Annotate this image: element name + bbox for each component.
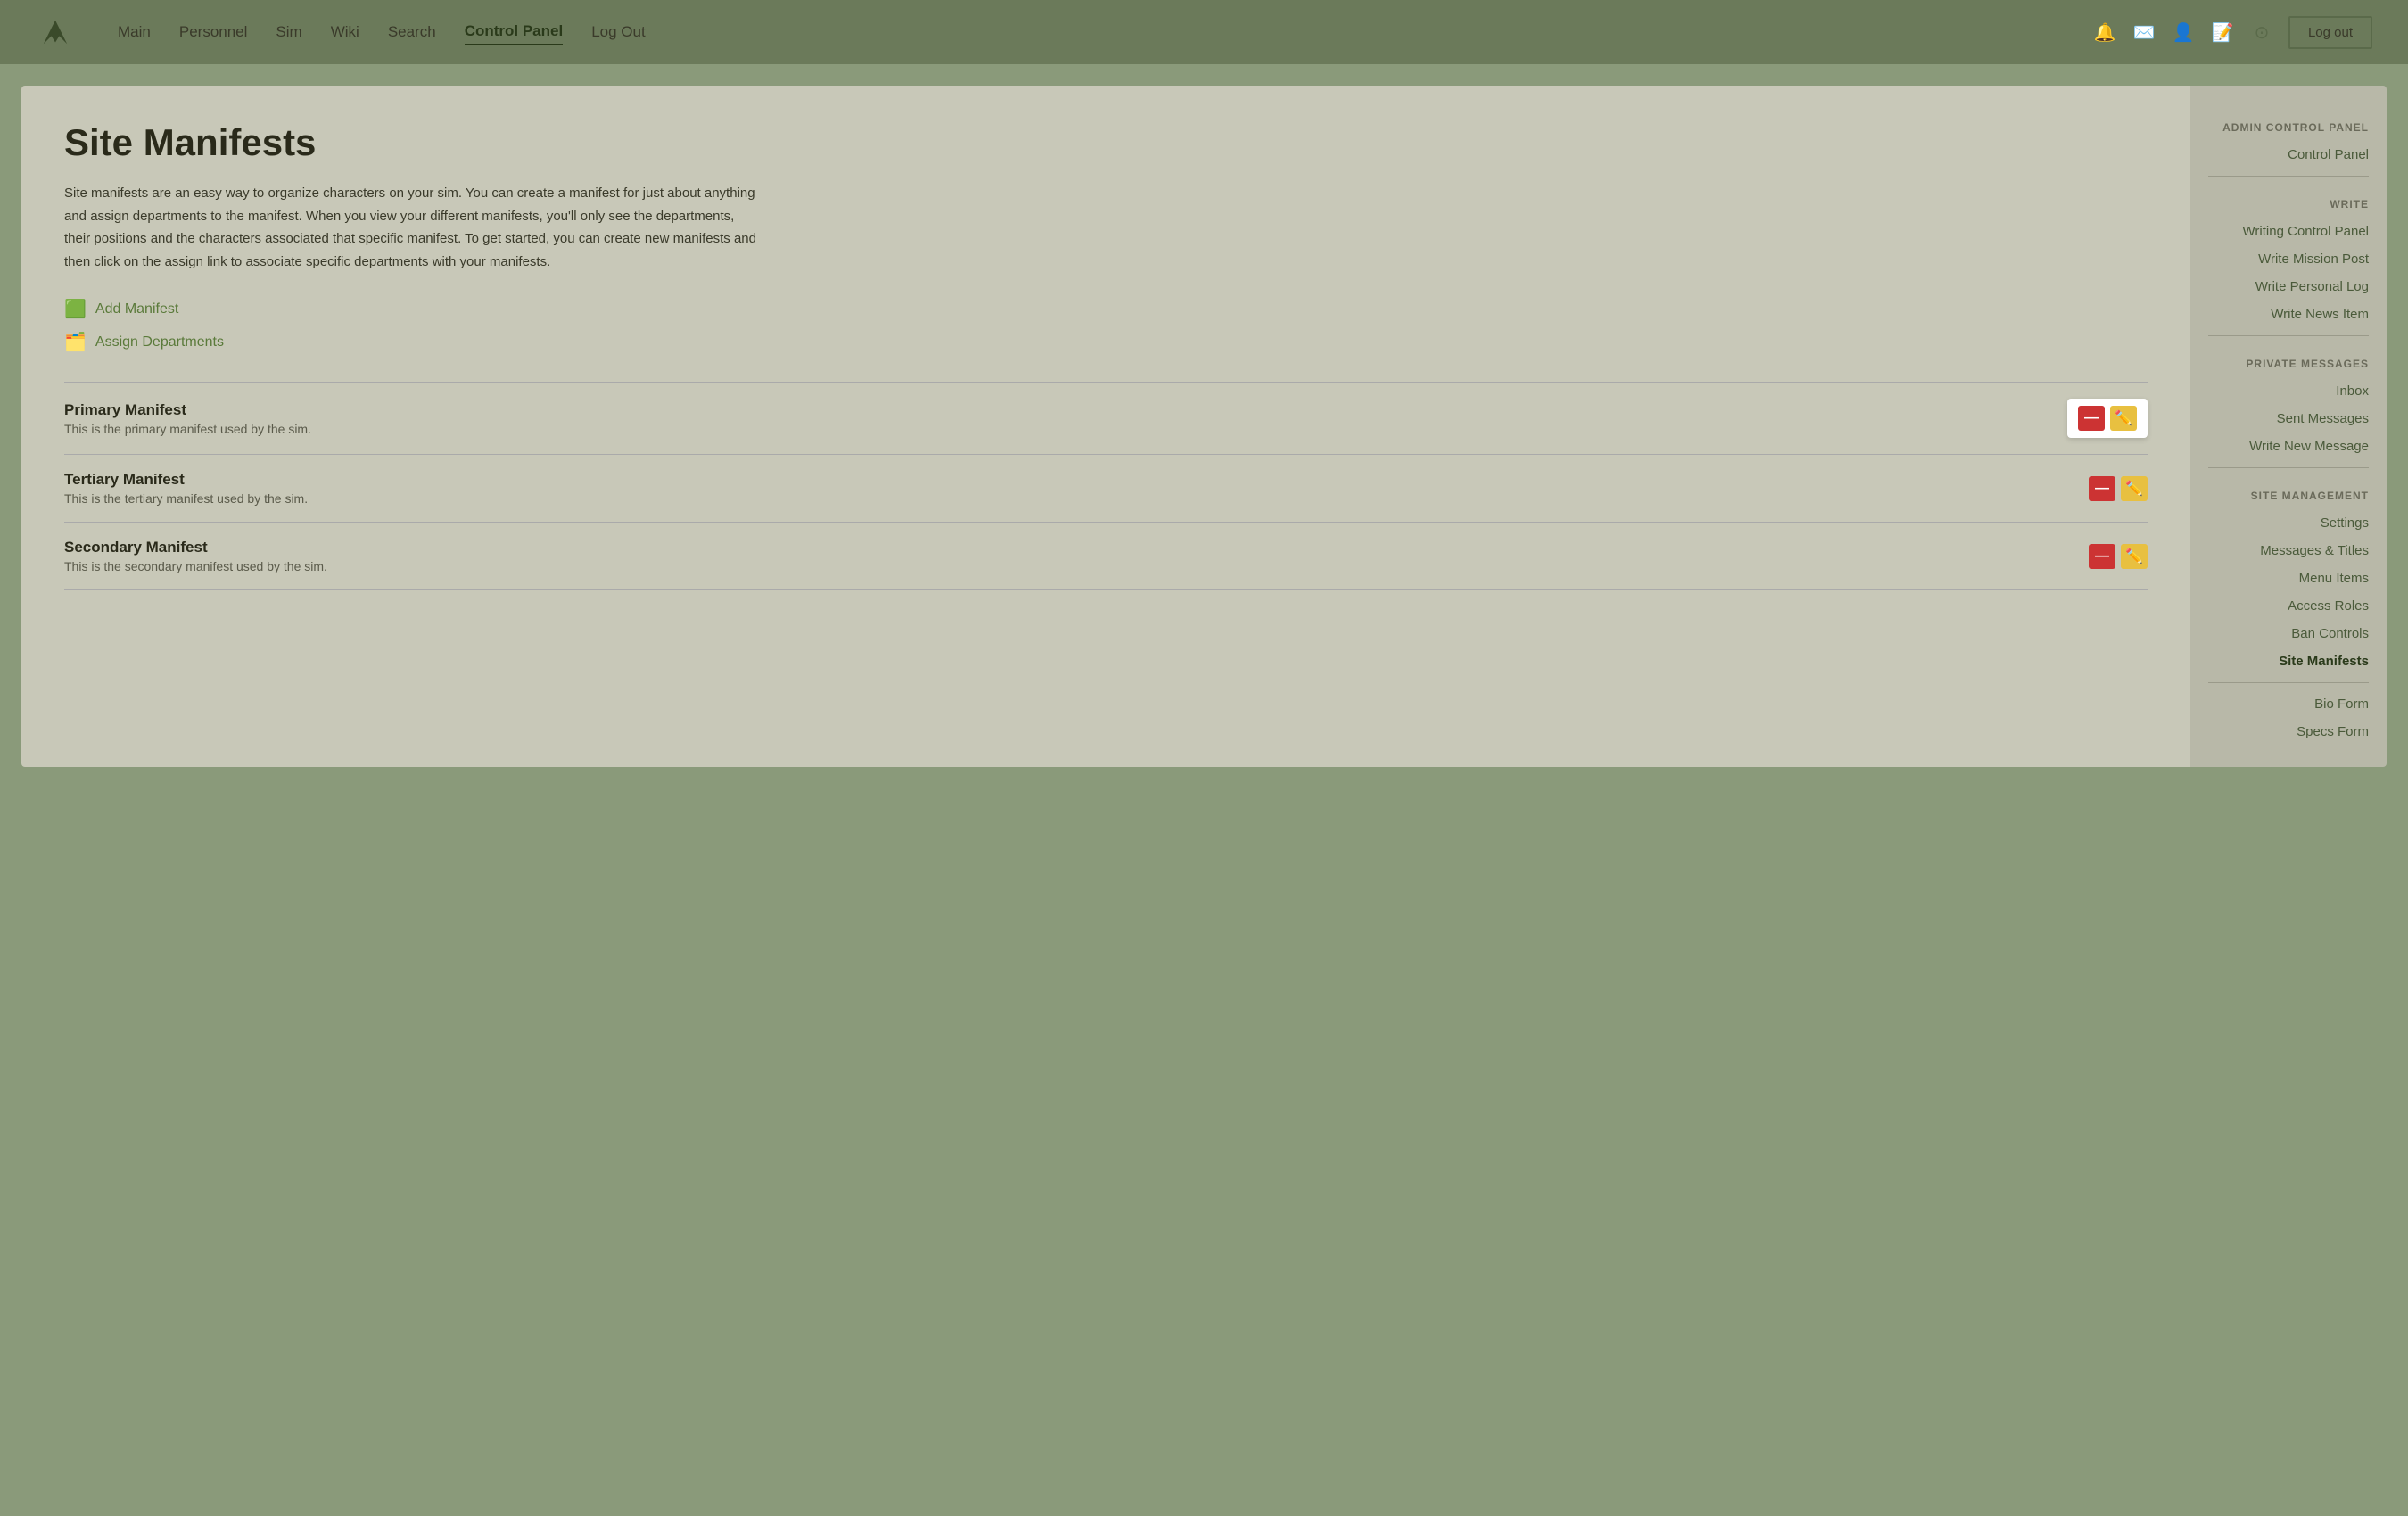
sidebar-divider-1 xyxy=(2208,176,2369,177)
sidebar-item-bio-form[interactable]: Bio Form xyxy=(2190,690,2387,718)
user-icon[interactable]: 👤 xyxy=(2171,20,2196,45)
page-description: Site manifests are an easy way to organi… xyxy=(64,182,760,273)
nav-logout[interactable]: Log Out xyxy=(591,20,646,45)
sidebar-item-messages-titles[interactable]: Messages & Titles xyxy=(2190,537,2387,564)
assign-icon: 🗂️ xyxy=(64,331,87,353)
sidebar-item-specs-form[interactable]: Specs Form xyxy=(2190,718,2387,746)
navbar: Main Personnel Sim Wiki Search Control P… xyxy=(0,0,2408,64)
manifest-name-tertiary: Tertiary Manifest xyxy=(64,471,308,489)
mail-icon[interactable]: ✉️ xyxy=(2132,20,2156,45)
add-icon: 🟩 xyxy=(64,298,87,320)
edit-secondary-button[interactable]: ✏️ xyxy=(2121,544,2148,569)
manifest-actions-tertiary: — ✏️ xyxy=(2089,476,2148,501)
edit-primary-button[interactable]: ✏️ xyxy=(2110,406,2137,431)
sidebar-item-inbox[interactable]: Inbox xyxy=(2190,377,2387,405)
nav-sim[interactable]: Sim xyxy=(276,20,301,45)
logo[interactable] xyxy=(36,12,75,52)
sidebar-item-settings[interactable]: Settings xyxy=(2190,509,2387,537)
delete-secondary-button[interactable]: — xyxy=(2089,544,2115,569)
manifest-info-primary: Primary Manifest This is the primary man… xyxy=(64,401,311,436)
nav-links: Main Personnel Sim Wiki Search Control P… xyxy=(118,19,2092,45)
sidebar-item-writing-control-panel[interactable]: Writing Control Panel xyxy=(2190,218,2387,245)
sidebar-item-write-new-message[interactable]: Write New Message xyxy=(2190,433,2387,460)
manifest-list: Primary Manifest This is the primary man… xyxy=(64,382,2148,590)
add-manifest-label: Add Manifest xyxy=(95,301,178,317)
manifest-desc-secondary: This is the secondary manifest used by t… xyxy=(64,559,327,573)
nav-wiki[interactable]: Wiki xyxy=(331,20,359,45)
manifest-desc-primary: This is the primary manifest used by the… xyxy=(64,422,311,436)
table-row: Secondary Manifest This is the secondary… xyxy=(64,522,2148,590)
manifest-info-secondary: Secondary Manifest This is the secondary… xyxy=(64,539,327,573)
edit-tertiary-button[interactable]: ✏️ xyxy=(2121,476,2148,501)
manifest-actions-secondary: — ✏️ xyxy=(2089,544,2148,569)
sidebar-item-menu-items[interactable]: Menu Items xyxy=(2190,564,2387,592)
sidebar-item-write-news-item[interactable]: Write News Item xyxy=(2190,301,2387,328)
page-title: Site Manifests xyxy=(64,121,2148,164)
nav-personnel[interactable]: Personnel xyxy=(179,20,248,45)
sidebar-divider-2 xyxy=(2208,335,2369,336)
sidebar-pm-title: PRIVATE MESSAGES xyxy=(2190,343,2387,377)
sidebar-write-title: WRITE xyxy=(2190,184,2387,218)
nav-icon-group: 🔔 ✉️ 👤 📝 ⊙ xyxy=(2092,20,2274,45)
sidebar-sm-title: SITE MANAGEMENT xyxy=(2190,475,2387,509)
sidebar-divider-3 xyxy=(2208,467,2369,468)
manifest-actions-primary: — ✏️ xyxy=(2067,399,2148,438)
content-area: Site Manifests Site manifests are an eas… xyxy=(21,86,2190,767)
assign-departments-link[interactable]: 🗂️ Assign Departments xyxy=(64,331,2148,353)
logout-button[interactable]: Log out xyxy=(2288,16,2372,49)
main-container: Site Manifests Site manifests are an eas… xyxy=(21,86,2387,767)
circle-icon[interactable]: ⊙ xyxy=(2249,20,2274,45)
assign-departments-label: Assign Departments xyxy=(95,334,224,350)
sidebar-admin-title: ADMIN CONTROL PANEL xyxy=(2190,107,2387,141)
edit-icon[interactable]: 📝 xyxy=(2210,20,2235,45)
manifest-desc-tertiary: This is the tertiary manifest used by th… xyxy=(64,491,308,506)
nav-control-panel[interactable]: Control Panel xyxy=(465,19,564,45)
sidebar-item-control-panel[interactable]: Control Panel xyxy=(2190,141,2387,169)
sidebar-item-ban-controls[interactable]: Ban Controls xyxy=(2190,620,2387,647)
sidebar-item-write-personal-log[interactable]: Write Personal Log xyxy=(2190,273,2387,301)
bell-icon[interactable]: 🔔 xyxy=(2092,20,2117,45)
nav-main[interactable]: Main xyxy=(118,20,151,45)
delete-tertiary-button[interactable]: — xyxy=(2089,476,2115,501)
manifest-info-tertiary: Tertiary Manifest This is the tertiary m… xyxy=(64,471,308,506)
nav-search[interactable]: Search xyxy=(388,20,436,45)
sidebar-item-write-mission-post[interactable]: Write Mission Post xyxy=(2190,245,2387,273)
delete-primary-button[interactable]: — xyxy=(2078,406,2105,431)
sidebar-item-site-manifests[interactable]: Site Manifests xyxy=(2190,647,2387,675)
sidebar-item-sent-messages[interactable]: Sent Messages xyxy=(2190,405,2387,433)
action-links: 🟩 Add Manifest 🗂️ Assign Departments xyxy=(64,298,2148,353)
manifest-name-primary: Primary Manifest xyxy=(64,401,311,419)
table-row: Tertiary Manifest This is the tertiary m… xyxy=(64,454,2148,522)
table-row: Primary Manifest This is the primary man… xyxy=(64,382,2148,454)
sidebar: ADMIN CONTROL PANEL Control Panel WRITE … xyxy=(2190,86,2387,767)
sidebar-divider-4 xyxy=(2208,682,2369,683)
manifest-name-secondary: Secondary Manifest xyxy=(64,539,327,556)
add-manifest-link[interactable]: 🟩 Add Manifest xyxy=(64,298,2148,320)
sidebar-item-access-roles[interactable]: Access Roles xyxy=(2190,592,2387,620)
